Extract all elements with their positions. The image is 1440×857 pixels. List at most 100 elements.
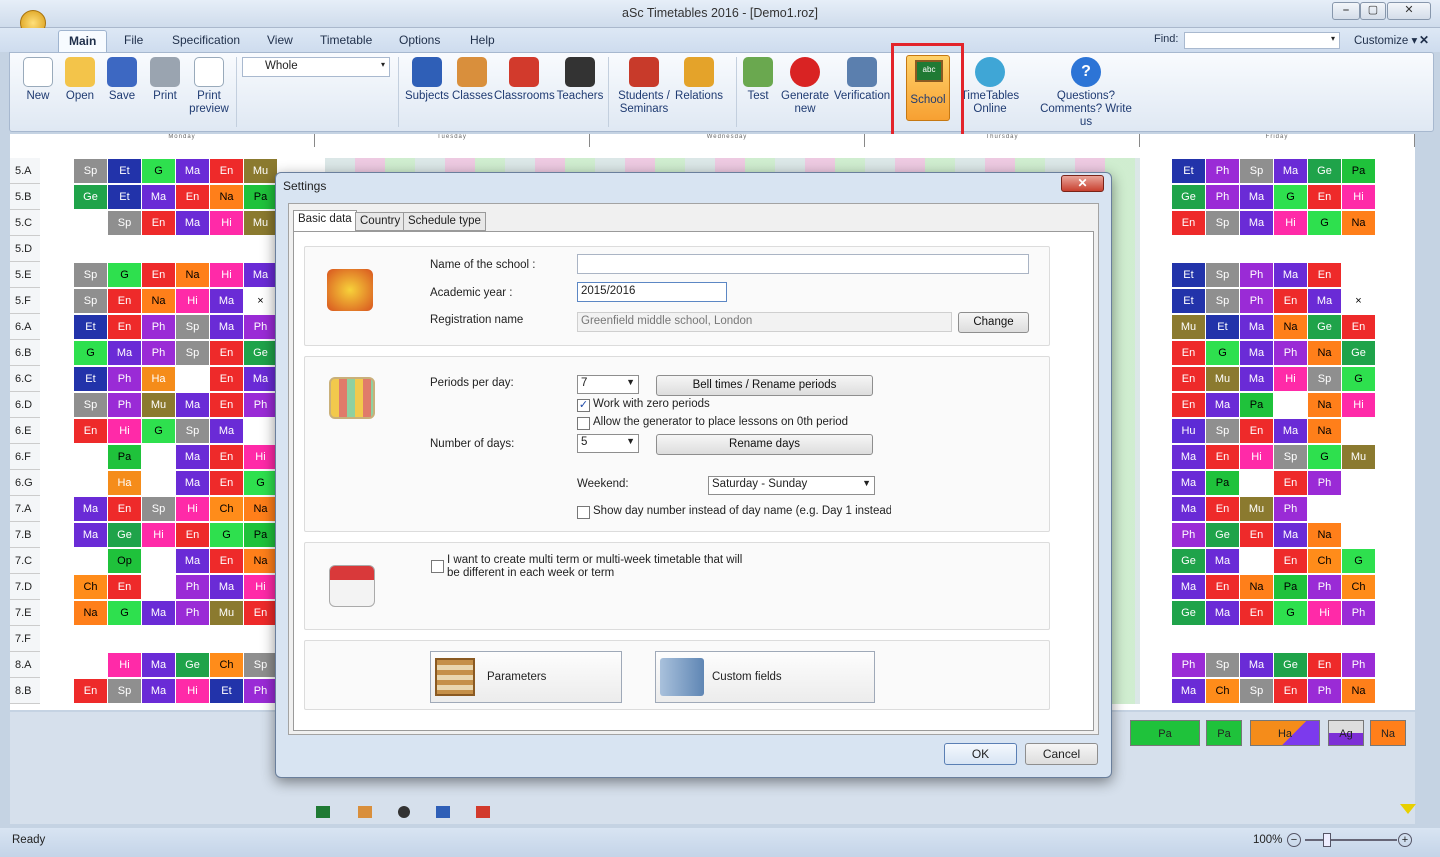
lesson-cell[interactable]: Sp: [108, 211, 141, 235]
lesson-cell[interactable]: Ma: [210, 575, 243, 599]
lesson-cell[interactable]: En: [1206, 575, 1239, 599]
academic-year-input[interactable]: 2015/2016: [577, 282, 727, 302]
lesson-cell[interactable]: Na: [1308, 393, 1341, 417]
class-row-header[interactable]: 6.A: [10, 314, 40, 340]
class-row-header[interactable]: 5.B: [10, 184, 40, 210]
lesson-cell[interactable]: Ph: [142, 315, 175, 339]
lesson-cell[interactable]: Mu: [244, 159, 277, 183]
lesson-cell[interactable]: Ph: [1274, 341, 1307, 365]
lesson-cell[interactable]: En: [210, 159, 243, 183]
lesson-cell[interactable]: En: [1342, 315, 1375, 339]
lesson-cell[interactable]: ×: [1342, 289, 1375, 313]
lesson-cell[interactable]: Ma: [1308, 289, 1341, 313]
lesson-cell[interactable]: Na: [1342, 679, 1375, 703]
lesson-cell[interactable]: Hi: [210, 211, 243, 235]
verification-button[interactable]: Verification: [832, 57, 892, 103]
lesson-cell[interactable]: Hi: [108, 419, 141, 443]
lesson-cell[interactable]: Ma: [1172, 497, 1205, 521]
class-row-header[interactable]: 6.G: [10, 470, 40, 496]
lesson-cell[interactable]: Ma: [1240, 315, 1273, 339]
class-row-header[interactable]: 7.F: [10, 626, 40, 652]
lesson-cell[interactable]: Ma: [1274, 419, 1307, 443]
lesson-cell[interactable]: Ch: [1342, 575, 1375, 599]
lesson-cell[interactable]: Na: [244, 497, 277, 521]
lesson-cell[interactable]: G: [1274, 601, 1307, 625]
bell-times-button[interactable]: Bell times / Rename periods: [656, 375, 873, 396]
lesson-cell[interactable]: Na: [1308, 523, 1341, 547]
tab-basic-data[interactable]: Basic data: [293, 210, 357, 232]
lesson-cell[interactable]: Ge: [108, 523, 141, 547]
lesson-cell[interactable]: Ma: [1206, 549, 1239, 573]
ok-button[interactable]: OK: [944, 743, 1017, 765]
lesson-cell[interactable]: En: [1274, 549, 1307, 573]
minimize-button[interactable]: ⎯: [1332, 2, 1360, 20]
lesson-cell[interactable]: Ge: [1308, 159, 1341, 183]
lesson-cell[interactable]: Ph: [1172, 653, 1205, 677]
lesson-cell[interactable]: Et: [1172, 263, 1205, 287]
questions-button[interactable]: ? Questions? Comments? Write us: [1036, 57, 1136, 129]
lesson-cell[interactable]: Na: [1308, 341, 1341, 365]
relations-button[interactable]: Relations: [674, 57, 724, 103]
lesson-cell[interactable]: En: [176, 523, 209, 547]
lesson-cell[interactable]: G: [1342, 367, 1375, 391]
lesson-cell[interactable]: Ma: [108, 341, 141, 365]
lesson-cell[interactable]: Sp: [1206, 211, 1239, 235]
lesson-cell[interactable]: Na: [1240, 575, 1273, 599]
lesson-cell[interactable]: Ph: [1308, 471, 1341, 495]
lesson-cell[interactable]: Ma: [176, 211, 209, 235]
lesson-cell[interactable]: G: [210, 523, 243, 547]
find-input[interactable]: ▾: [1184, 32, 1340, 49]
scroll-down-icon[interactable]: [1400, 804, 1416, 814]
ribbon-close-icon[interactable]: ✕: [1419, 33, 1429, 47]
lesson-cell[interactable]: Sp: [176, 315, 209, 339]
generate-button[interactable]: Generate new: [780, 57, 830, 116]
lesson-cell[interactable]: Ph: [108, 393, 141, 417]
classrooms-button[interactable]: Classrooms: [494, 57, 555, 103]
lesson-cell[interactable]: Ch: [1206, 679, 1239, 703]
class-row-header[interactable]: 7.D: [10, 574, 40, 600]
lesson-cell[interactable]: Mu: [244, 211, 277, 235]
lesson-cell[interactable]: Ma: [1172, 445, 1205, 469]
lesson-cell[interactable]: Sp: [74, 289, 107, 313]
lesson-cell[interactable]: Ge: [1206, 523, 1239, 547]
lesson-cell[interactable]: En: [108, 575, 141, 599]
lesson-cell[interactable]: Na: [244, 549, 277, 573]
lesson-cell[interactable]: Ph: [142, 341, 175, 365]
zero-periods-checkbox[interactable]: ✓: [577, 399, 590, 412]
lesson-cell[interactable]: Mu: [1172, 315, 1205, 339]
lesson-cell[interactable]: Ph: [244, 315, 277, 339]
class-row-header[interactable]: 7.C: [10, 548, 40, 574]
lesson-cell[interactable]: Ge: [74, 185, 107, 209]
lesson-cell[interactable]: Pa: [1206, 471, 1239, 495]
lesson-cell[interactable]: Mu: [210, 601, 243, 625]
lesson-cell[interactable]: Ge: [1342, 341, 1375, 365]
day-number-checkbox[interactable]: [577, 506, 590, 519]
lesson-cell[interactable]: Na: [74, 601, 107, 625]
lesson-cell[interactable]: Op: [108, 549, 141, 573]
save-button[interactable]: Save: [106, 57, 138, 103]
lesson-cell[interactable]: Ma: [1240, 367, 1273, 391]
menu-timetable[interactable]: Timetable: [320, 33, 372, 47]
lesson-cell[interactable]: Ma: [142, 601, 175, 625]
lesson-cell[interactable]: Ph: [244, 393, 277, 417]
lesson-cell[interactable]: En: [1172, 341, 1205, 365]
parameters-button[interactable]: Parameters: [430, 651, 622, 703]
lesson-cell[interactable]: Ma: [142, 185, 175, 209]
lesson-cell[interactable]: Sp: [108, 679, 141, 703]
menu-help[interactable]: Help: [470, 33, 495, 47]
lesson-cell[interactable]: Et: [210, 679, 243, 703]
lesson-cell[interactable]: Ph: [1308, 575, 1341, 599]
lesson-cell[interactable]: Ma: [1274, 159, 1307, 183]
lesson-cell[interactable]: Ma: [176, 393, 209, 417]
palette-card[interactable]: Na: [1370, 720, 1406, 746]
zoom-slider-thumb[interactable]: [1323, 833, 1331, 847]
lesson-cell[interactable]: Hi: [1274, 211, 1307, 235]
lesson-cell[interactable]: Pa: [1274, 575, 1307, 599]
timetables-online-button[interactable]: TimeTables Online: [960, 57, 1020, 116]
lesson-cell[interactable]: G: [74, 341, 107, 365]
lesson-cell[interactable]: Hi: [142, 523, 175, 547]
lesson-cell[interactable]: Hi: [1274, 367, 1307, 391]
lesson-cell[interactable]: Hi: [176, 679, 209, 703]
lesson-cell[interactable]: Ma: [176, 159, 209, 183]
lesson-cell[interactable]: Ph: [1308, 679, 1341, 703]
